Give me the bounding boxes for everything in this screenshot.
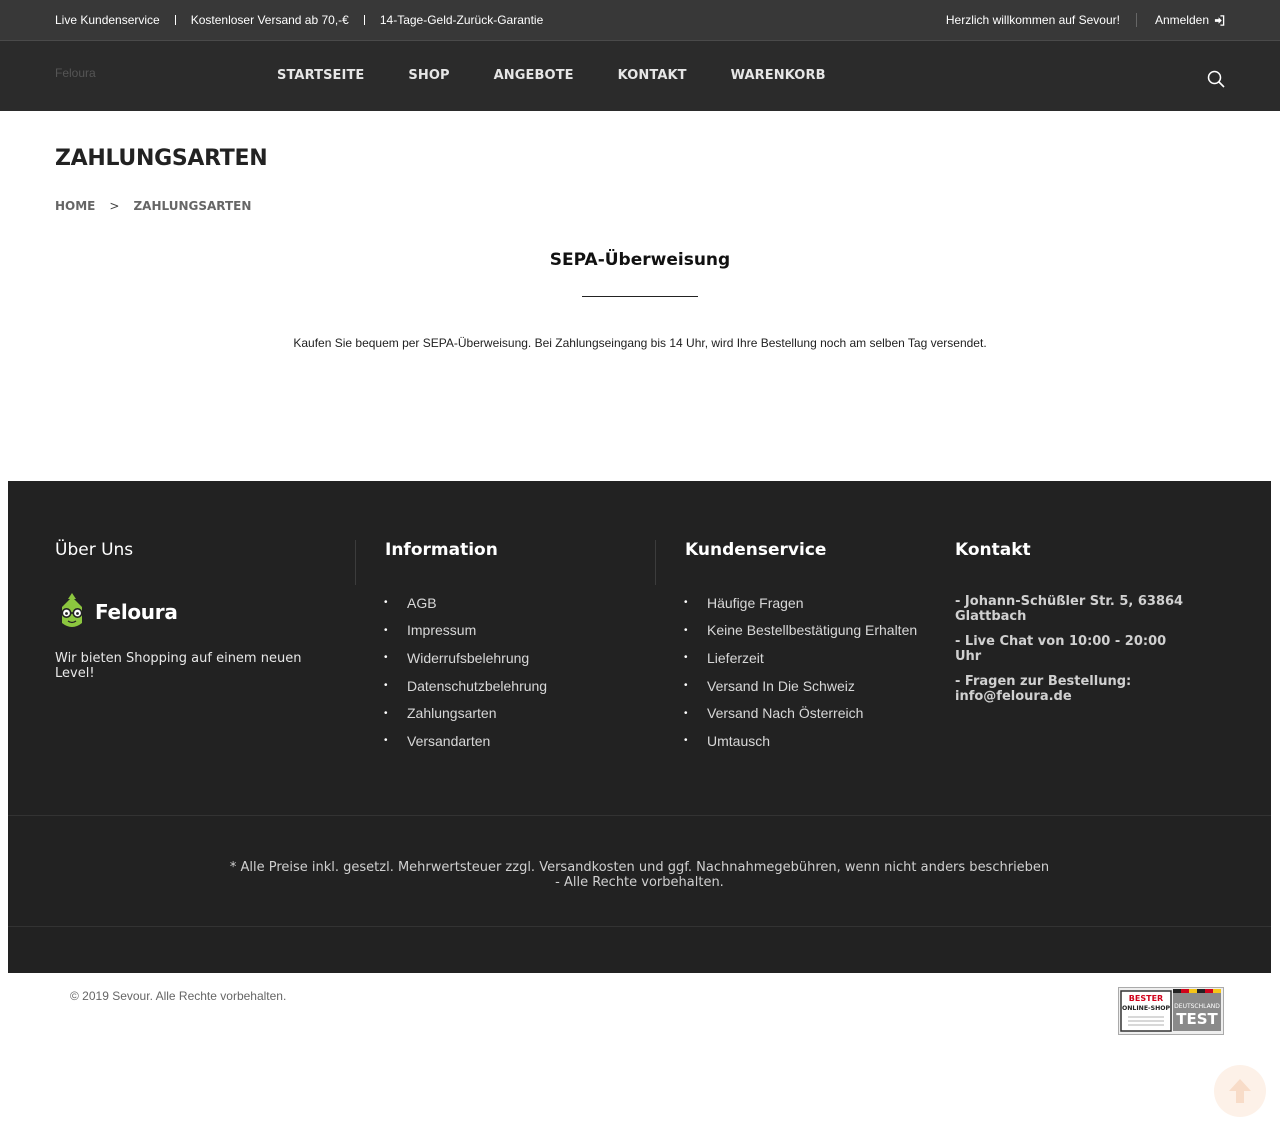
- footer-link-no-confirmation[interactable]: • Keine Bestellbestätigung Erhalten: [684, 617, 917, 645]
- divider: [174, 15, 176, 25]
- badge-line-1: BESTER: [1129, 994, 1163, 1003]
- nav-item-shop[interactable]: SHOP: [408, 68, 449, 83]
- divider: [363, 15, 365, 25]
- main-header: Feloura STARTSEITE SHOP ANGEBOTE KONTAKT…: [0, 41, 1280, 111]
- arrow-up-icon: [1229, 1079, 1251, 1103]
- link-label: Versand Nach Österreich: [707, 705, 864, 722]
- login-arrow-icon: [1214, 14, 1225, 26]
- divider: [355, 540, 356, 585]
- footer-brand-name: Feloura: [95, 600, 178, 624]
- bullet: •: [684, 707, 688, 719]
- login-label: Anmelden: [1154, 13, 1209, 27]
- footer-link-impressum[interactable]: • Impressum: [384, 617, 547, 645]
- bullet: •: [684, 735, 688, 747]
- badge-line-4: TEST: [1176, 1010, 1218, 1028]
- divider: [8, 926, 1271, 927]
- footer-information-title: Information: [385, 540, 498, 560]
- footer-link-umtausch[interactable]: • Umtausch: [684, 727, 917, 755]
- bullet: •: [384, 624, 388, 636]
- info-live-service: Live Kundenservice: [55, 13, 160, 27]
- top-bar-info: Live Kundenservice Kostenloser Versand a…: [55, 0, 543, 40]
- page-title: ZAHLUNGSARTEN: [55, 146, 268, 171]
- footer: Über Uns Feloura Wir bieten Shopping auf…: [8, 481, 1271, 973]
- title-underline: [582, 296, 698, 297]
- footer-service-list: • Häufige Fragen • Keine Bestellbestätigun…: [684, 589, 917, 755]
- contact-email[interactable]: - Fragen zur Bestellung: info@feloura.de: [955, 674, 1195, 704]
- footer-service-title: Kundenservice: [685, 540, 827, 560]
- price-note-line-2: - Alle Rechte vorbehalten.: [555, 875, 724, 890]
- footer-information-list: • AGB • Impressum • Widerrufsbelehrung • Dat…: [384, 589, 547, 755]
- footer-brand: Feloura: [55, 593, 178, 631]
- link-label: Umtausch: [707, 732, 771, 749]
- bullet: •: [384, 735, 388, 747]
- info-money-back: 14-Tage-Geld-Zurück-Garantie: [379, 13, 544, 27]
- footer-contact-title: Kontakt: [955, 540, 1031, 560]
- link-label: Versand In Die Schweiz: [707, 677, 855, 694]
- bullet: •: [684, 652, 688, 664]
- nav-item-startseite[interactable]: STARTSEITE: [277, 68, 364, 83]
- footer-link-faq[interactable]: • Häufige Fragen: [684, 589, 917, 617]
- top-bar: Live Kundenservice Kostenloser Versand a…: [0, 0, 1280, 41]
- site-logo[interactable]: Feloura: [55, 66, 96, 80]
- bullet: •: [684, 624, 688, 636]
- footer-link-schweiz[interactable]: • Versand In Die Schweiz: [684, 672, 917, 700]
- login-link[interactable]: Anmelden: [1155, 13, 1225, 27]
- copyright: © 2019 Sevour. Alle Rechte vorbehalten.: [70, 989, 287, 1003]
- contact-chat-hours: - Live Chat von 10:00 - 20:00 Uhr: [955, 634, 1167, 664]
- link-label: AGB: [407, 594, 437, 611]
- link-label: Impressum: [407, 622, 477, 639]
- footer-link-versandarten[interactable]: • Versandarten: [384, 727, 547, 755]
- footer-price-note: * Alle Preise inkl. gesetzl. Mehrwertste…: [8, 860, 1271, 890]
- divider: [655, 540, 656, 585]
- bullet: •: [684, 597, 688, 609]
- divider: [8, 815, 1271, 816]
- bullet: •: [384, 680, 388, 692]
- section-title: SEPA-Überweisung: [549, 250, 731, 270]
- footer-about-title: Über Uns: [55, 540, 134, 560]
- breadcrumb-separator: >: [109, 199, 120, 213]
- link-label: Keine Bestellbestätigung Erhalten: [707, 622, 918, 639]
- bullet: •: [384, 597, 388, 609]
- footer-link-oesterreich[interactable]: • Versand Nach Österreich: [684, 699, 917, 727]
- bullet: •: [384, 652, 388, 664]
- footer-link-widerruf[interactable]: • Widerrufsbelehrung: [384, 644, 547, 672]
- badge-line-3: DEUTSCHLAND: [1174, 1003, 1220, 1010]
- link-label: Widerrufsbelehrung: [407, 649, 530, 666]
- link-label: Versandarten: [407, 732, 491, 749]
- footer-link-datenschutz[interactable]: • Datenschutzbelehrung: [384, 672, 547, 700]
- search-icon[interactable]: [1207, 70, 1225, 88]
- breadcrumb-home[interactable]: HOME: [55, 199, 95, 213]
- link-label: Datenschutzbelehrung: [407, 677, 548, 694]
- divider: [1135, 13, 1137, 27]
- nav-item-kontakt[interactable]: KONTAKT: [618, 68, 687, 83]
- section-text: Kaufen Sie bequem per SEPA-Überweisung. …: [293, 336, 987, 350]
- link-label: Zahlungsarten: [407, 705, 497, 722]
- breadcrumb: HOME > ZAHLUNGSARTEN: [55, 199, 251, 213]
- bullet: •: [384, 707, 388, 719]
- nav-item-warenkorb[interactable]: WARENKORB: [731, 68, 826, 83]
- breadcrumb-current: ZAHLUNGSARTEN: [133, 199, 252, 213]
- footer-link-zahlungsarten[interactable]: • Zahlungsarten: [384, 699, 547, 727]
- link-label: Lieferzeit: [707, 649, 764, 666]
- info-free-shipping: Kostenloser Versand ab 70,-€: [190, 13, 349, 27]
- welcome-text: Herzlich willkommen auf Sevour!: [945, 13, 1120, 27]
- feloura-logo-icon: [56, 593, 88, 627]
- price-note-line-1: * Alle Preise inkl. gesetzl. Mehrwertste…: [229, 860, 1050, 875]
- footer-contact-info: - Johann-Schüßler Str. 5, 63864 Glattbac…: [955, 594, 1195, 714]
- footer-link-lieferzeit[interactable]: • Lieferzeit: [684, 644, 917, 672]
- top-bar-account: Herzlich willkommen auf Sevour! Anmelden: [946, 0, 1225, 40]
- badge-line-2: ONLINE-SHOP: [1122, 1005, 1171, 1012]
- footer-link-agb[interactable]: • AGB: [384, 589, 547, 617]
- deutschland-test-badge[interactable]: BESTER ONLINE-SHOP DEUTSCHLAND TEST: [1118, 987, 1224, 1035]
- scroll-to-top-button[interactable]: [1214, 1065, 1266, 1117]
- main-nav: STARTSEITE SHOP ANGEBOTE KONTAKT WARENKO…: [277, 68, 870, 83]
- contact-address: - Johann-Schüßler Str. 5, 63864 Glattbac…: [955, 594, 1184, 624]
- bullet: •: [684, 680, 688, 692]
- footer-about-text: Wir bieten Shopping auf einem neuen Leve…: [55, 651, 302, 681]
- nav-item-angebote[interactable]: ANGEBOTE: [494, 68, 574, 83]
- link-label: Häufige Fragen: [707, 594, 804, 611]
